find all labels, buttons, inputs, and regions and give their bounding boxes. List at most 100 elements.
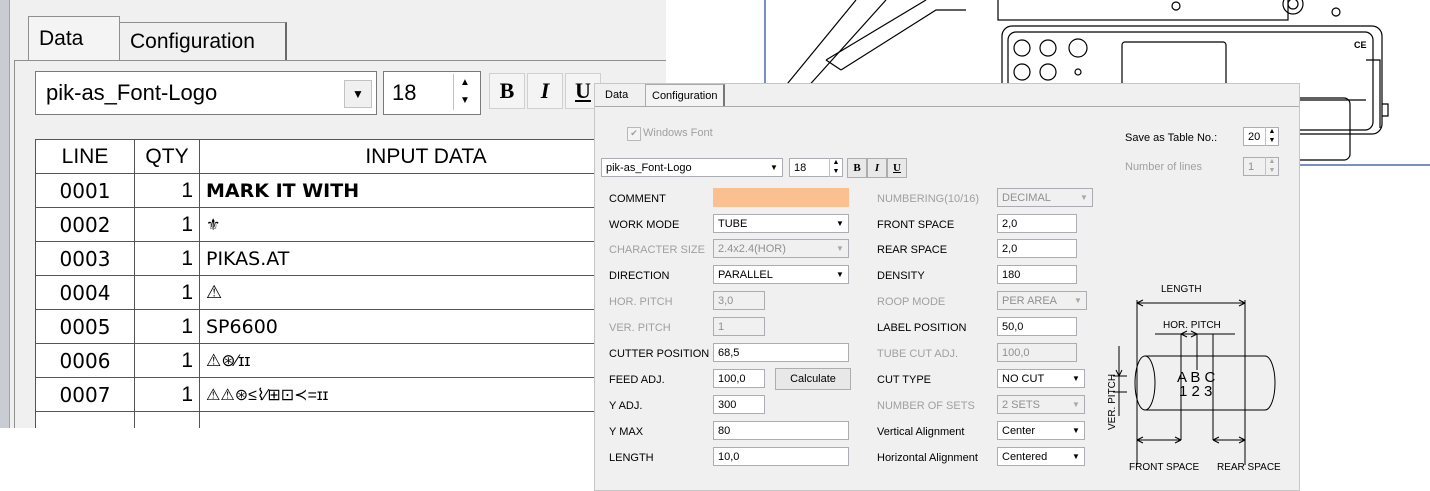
direction-select[interactable]: PARALLEL ▼	[713, 265, 849, 284]
diagram-front-space-label: FRONT SPACE	[1129, 462, 1200, 473]
qty-cell[interactable]: 1	[134, 275, 200, 310]
font-size-spinner[interactable]: 18 ▲ ▼	[383, 71, 481, 115]
number-of-lines-spinner[interactable]: 1 ▲ ▼	[1243, 157, 1279, 176]
comment-field[interactable]	[713, 188, 849, 207]
feed-adj-label: FEED ADJ.	[609, 374, 665, 386]
spinner-arrows-icon[interactable]: ▲ ▼	[453, 74, 476, 110]
numbering-select[interactable]: DECIMAL ▼	[997, 188, 1093, 207]
qty-cell[interactable]: 1	[134, 241, 200, 276]
input-data-cell[interactable]: PIKAS.AT	[199, 241, 653, 276]
qty-cell[interactable]: 1	[134, 377, 200, 412]
feed-adj-field[interactable]: 100,0	[713, 369, 765, 388]
chevron-down-icon[interactable]: ▼	[834, 217, 846, 230]
font-size-value: 18	[794, 162, 807, 174]
roop-mode-value: PER AREA	[1002, 295, 1058, 307]
horizontal-alignment-select[interactable]: Centered ▼	[997, 447, 1085, 466]
number-of-sets-select[interactable]: 2 SETS ▼	[997, 395, 1085, 414]
tab-data[interactable]: Data	[599, 84, 634, 106]
input-data-cell[interactable]: ⚠⊛⁄ɪɪ	[199, 343, 653, 378]
column-header-input-data[interactable]: INPUT DATA	[199, 139, 653, 174]
cut-type-select[interactable]: NO CUT ▼	[997, 369, 1085, 388]
qty-cell[interactable]: 1	[134, 343, 200, 378]
line-cell[interactable]: 0002	[35, 207, 135, 242]
font-select[interactable]: pik-as_Font-Logo ▼	[601, 158, 783, 177]
chevron-down-icon[interactable]: ▼	[1072, 294, 1084, 307]
qty-cell[interactable]: 1	[134, 207, 200, 242]
line-cell[interactable]	[35, 411, 135, 428]
table-row[interactable]: 0001 1 MARK IT WITH	[35, 173, 653, 208]
chevron-down-icon[interactable]: ▼	[1078, 191, 1090, 204]
qty-cell[interactable]: 1	[134, 173, 200, 208]
input-data-cell[interactable]: MARK IT WITH	[199, 173, 653, 208]
vertical-alignment-select[interactable]: Center ▼	[997, 421, 1085, 440]
density-field[interactable]: 180	[997, 265, 1077, 284]
spinner-arrows-icon[interactable]: ▲ ▼	[1265, 127, 1278, 146]
work-mode-select[interactable]: TUBE ▼	[713, 214, 849, 233]
tab-configuration[interactable]: Configuration	[645, 84, 726, 107]
save-as-table-value: 20	[1248, 131, 1261, 143]
length-field[interactable]: 10,0	[713, 447, 849, 466]
table-row[interactable]: 0007 1 ⚠⚠⊛≤⌇⁄⊞⊡≺=ɪɪ	[35, 377, 653, 412]
y-max-field[interactable]: 80	[713, 421, 849, 440]
ver-pitch-field[interactable]: 1	[713, 317, 765, 336]
italic-button[interactable]: I	[527, 73, 563, 109]
column-header-line[interactable]: LINE	[35, 139, 135, 174]
line-cell[interactable]: 0005	[35, 309, 135, 344]
label-position-field[interactable]: 50,0	[997, 317, 1077, 336]
bold-button[interactable]: B	[847, 158, 867, 178]
character-size-select[interactable]: 2.4x2.4(HOR) ▼	[713, 239, 849, 258]
y-adj-field[interactable]: 300	[713, 395, 765, 414]
tab-data[interactable]: Data	[28, 16, 120, 61]
chevron-down-icon[interactable]: ▼	[1070, 424, 1082, 437]
hor-pitch-field[interactable]: 3,0	[713, 291, 765, 310]
window-border	[0, 0, 10, 428]
chevron-down-icon[interactable]: ▼	[834, 242, 846, 255]
chevron-down-icon[interactable]: ▼	[1070, 450, 1082, 463]
line-cell[interactable]: 0004	[35, 275, 135, 310]
line-cell[interactable]: 0001	[35, 173, 135, 208]
line-cell[interactable]: 0006	[35, 343, 135, 378]
chevron-down-icon[interactable]: ▼	[1070, 372, 1082, 385]
input-data-cell[interactable]: SP6600	[199, 309, 653, 344]
spinner-arrows-icon[interactable]: ▲ ▼	[1265, 157, 1278, 176]
table-row[interactable]: 0003 1 PIKAS.AT	[35, 241, 653, 276]
input-data-cell[interactable]: ⚜	[199, 207, 653, 242]
font-select[interactable]: pik-as_Font-Logo ▼	[35, 71, 377, 115]
qty-cell[interactable]	[134, 411, 200, 428]
cut-type-label: CUT TYPE	[877, 374, 931, 386]
cutter-position-field[interactable]: 68,5	[713, 343, 849, 362]
line-cell[interactable]: 0003	[35, 241, 135, 276]
ce-mark: CE	[1354, 40, 1367, 50]
tube-cut-adj-field[interactable]: 100,0	[997, 343, 1077, 362]
tab-bar: Data Configuration	[595, 84, 1299, 108]
table-row[interactable]: 0006 1 ⚠⊛⁄ɪɪ	[35, 343, 653, 378]
input-data-cell[interactable]	[199, 411, 653, 428]
tab-configuration[interactable]: Configuration	[120, 22, 287, 61]
font-size-value: 18	[392, 80, 417, 105]
font-size-spinner[interactable]: 18 ▲ ▼	[789, 158, 843, 177]
chevron-down-icon[interactable]: ▼	[344, 80, 372, 108]
chevron-down-icon[interactable]: ▼	[834, 268, 846, 281]
underline-button[interactable]: U	[887, 158, 907, 178]
input-data-cell[interactable]: ⚠	[199, 275, 653, 310]
calculate-button[interactable]: Calculate	[775, 368, 851, 390]
input-data-cell[interactable]: ⚠⚠⊛≤⌇⁄⊞⊡≺=ɪɪ	[199, 377, 653, 412]
save-as-table-spinner[interactable]: 20 ▲ ▼	[1243, 127, 1279, 146]
spinner-arrows-icon[interactable]: ▲ ▼	[829, 158, 842, 177]
qty-cell[interactable]: 1	[134, 309, 200, 344]
roop-mode-select[interactable]: PER AREA ▼	[997, 291, 1087, 310]
italic-button[interactable]: I	[867, 158, 887, 178]
chevron-down-icon[interactable]: ▼	[768, 161, 780, 174]
table-row[interactable]: 0002 1 ⚜	[35, 207, 653, 242]
table-row[interactable]: 0004 1 ⚠	[35, 275, 653, 310]
bold-button[interactable]: B	[489, 73, 525, 109]
cut-type-value: NO CUT	[1002, 373, 1045, 385]
rear-space-field[interactable]: 2,0	[997, 239, 1077, 258]
chevron-down-icon[interactable]: ▼	[1070, 398, 1082, 411]
table-row[interactable]: 0005 1 SP6600	[35, 309, 653, 344]
line-cell[interactable]: 0007	[35, 377, 135, 412]
windows-font-checkbox[interactable]: ✔	[627, 127, 641, 141]
column-header-qty[interactable]: QTY	[134, 139, 200, 174]
number-of-sets-label: NUMBER OF SETS	[877, 400, 975, 412]
front-space-field[interactable]: 2,0	[997, 214, 1077, 233]
